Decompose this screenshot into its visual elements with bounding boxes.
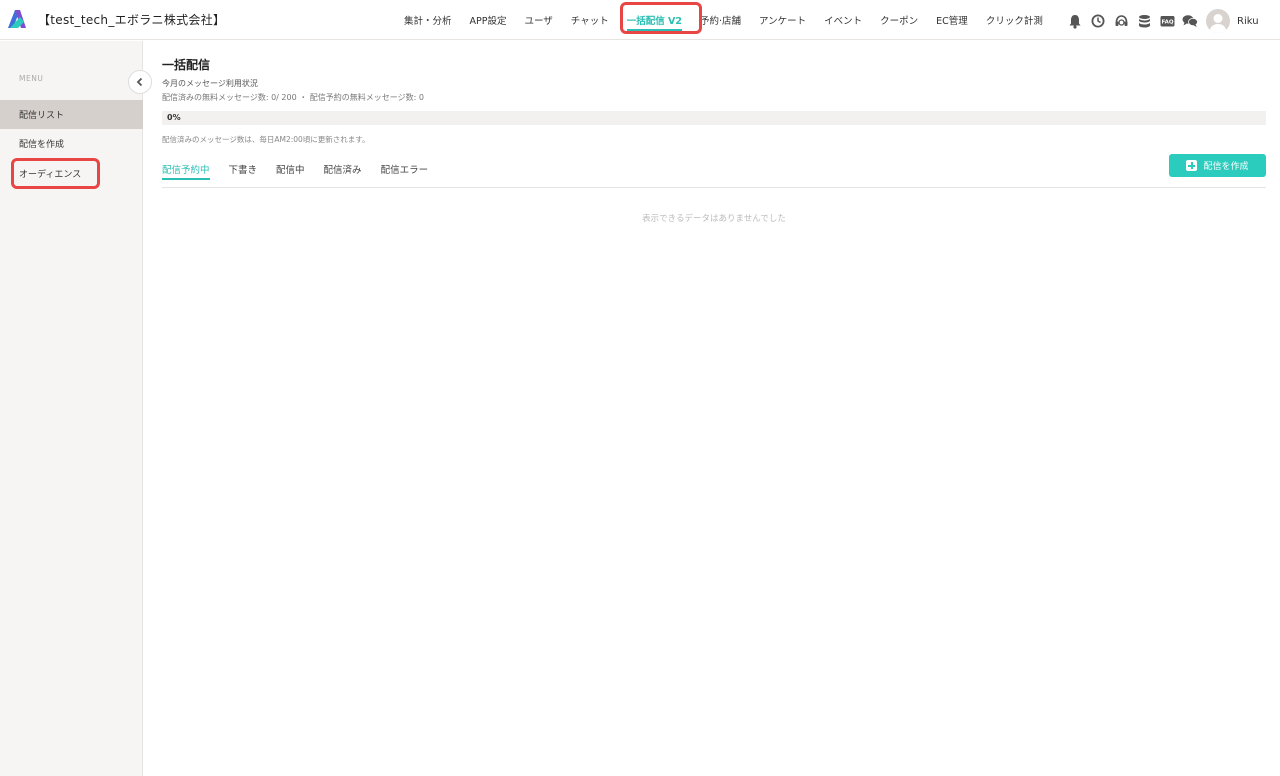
app-logo-icon[interactable] bbox=[6, 8, 28, 30]
support-headset-icon[interactable] bbox=[1112, 12, 1130, 30]
sidebar-item-create-delivery[interactable]: 配信を作成 bbox=[0, 129, 143, 158]
top-header: 【test_tech_エボラニ株式会社】 集計・分析 APP設定 ユーザ チャッ… bbox=[0, 0, 1280, 40]
bell-icon[interactable] bbox=[1066, 12, 1084, 30]
menu-label: MENU bbox=[19, 74, 44, 83]
nav-analytics[interactable]: 集計・分析 bbox=[404, 13, 452, 27]
nav-bulk-delivery-v2[interactable]: 一括配信 V2 bbox=[626, 13, 683, 31]
tabs-divider bbox=[162, 187, 1266, 188]
tab-delivered[interactable]: 配信済み bbox=[324, 162, 362, 179]
faq-icon[interactable]: FAQ bbox=[1158, 12, 1176, 30]
create-delivery-button-label: 配信を作成 bbox=[1203, 162, 1249, 172]
delivery-tabs: 配信予約中 下書き 配信中 配信済み 配信エラー bbox=[162, 162, 447, 180]
tab-delivery-errors[interactable]: 配信エラー bbox=[381, 162, 429, 179]
organization-name: 【test_tech_エボラニ株式会社】 bbox=[38, 13, 226, 27]
usage-label: 今月のメッセージ利用状況 bbox=[162, 79, 258, 88]
nav-events[interactable]: イベント bbox=[824, 13, 862, 27]
plus-square-icon bbox=[1186, 160, 1198, 171]
user-name[interactable]: Riku bbox=[1237, 16, 1259, 27]
sidebar-item-delivery-list[interactable]: 配信リスト bbox=[0, 100, 143, 129]
nav-click-tracking[interactable]: クリック計測 bbox=[986, 13, 1043, 27]
page-title: 一括配信 bbox=[162, 58, 211, 72]
chat-bubbles-icon[interactable] bbox=[1181, 12, 1199, 30]
tab-delivering[interactable]: 配信中 bbox=[276, 162, 305, 179]
nav-chat[interactable]: チャット bbox=[571, 13, 609, 27]
usage-detail: 配信済みの無料メッセージ数: 0/ 200 ・ 配信予約の無料メッセージ数: 0 bbox=[162, 93, 424, 102]
tab-drafts[interactable]: 下書き bbox=[229, 162, 258, 179]
usage-progress-text: 0% bbox=[167, 113, 181, 122]
empty-state-message: 表示できるデータはありませんでした bbox=[642, 214, 786, 224]
nav-app-settings[interactable]: APP設定 bbox=[470, 13, 507, 27]
sidebar-item-audience[interactable]: オーディエンス bbox=[0, 159, 143, 188]
header-icon-group: FAQ Riku bbox=[1066, 9, 1259, 33]
collapse-sidebar-button[interactable] bbox=[128, 70, 152, 94]
main-nav: 集計・分析 APP設定 ユーザ チャット 一括配信 V2 予約·店舗 アンケート… bbox=[404, 0, 1061, 40]
tab-scheduled[interactable]: 配信予約中 bbox=[162, 162, 210, 180]
chevron-left-icon bbox=[136, 77, 143, 87]
update-note: 配信済みのメッセージ数は、毎日AM2:00頃に更新されます。 bbox=[162, 135, 370, 144]
svg-text:FAQ: FAQ bbox=[1161, 19, 1173, 25]
database-icon[interactable] bbox=[1135, 12, 1153, 30]
sidebar: MENU 配信リスト 配信を作成 オーディエンス bbox=[0, 41, 152, 776]
clock-icon[interactable] bbox=[1089, 12, 1107, 30]
nav-reservations-stores[interactable]: 予約·店舗 bbox=[700, 13, 741, 27]
nav-coupons[interactable]: クーポン bbox=[880, 13, 918, 27]
usage-progress-bar: 0% bbox=[162, 111, 1266, 125]
nav-survey[interactable]: アンケート bbox=[759, 13, 806, 27]
nav-ec-management[interactable]: EC管理 bbox=[936, 13, 968, 27]
nav-users[interactable]: ユーザ bbox=[524, 13, 552, 27]
create-delivery-button[interactable]: 配信を作成 bbox=[1169, 154, 1266, 177]
avatar[interactable] bbox=[1206, 9, 1230, 33]
